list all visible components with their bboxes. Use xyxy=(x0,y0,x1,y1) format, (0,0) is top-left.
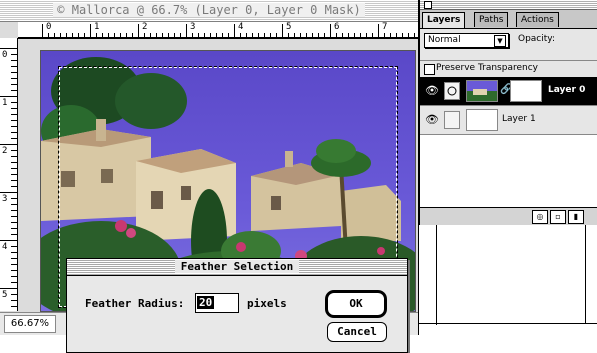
cancel-button[interactable]: Cancel xyxy=(327,322,387,342)
window-edge xyxy=(585,225,586,323)
tab-actions[interactable]: Actions xyxy=(516,12,559,27)
dialog-titlebar[interactable]: Feather Selection xyxy=(67,259,407,276)
layer-mask-thumbnail[interactable] xyxy=(510,80,542,102)
new-layer-mask-icon[interactable]: ◎ xyxy=(532,210,548,224)
ruler-v-label: 5 xyxy=(2,290,8,300)
layer-name: Layer 1 xyxy=(502,114,536,124)
horizontal-ruler[interactable]: 0 1 2 3 4 5 6 7 xyxy=(18,22,418,39)
ruler-h-label: 4 xyxy=(238,22,244,32)
tab-layers[interactable]: Layers xyxy=(422,12,466,28)
close-box-icon[interactable] xyxy=(424,1,432,9)
zoom-readout[interactable]: 66.67% xyxy=(4,315,56,333)
blend-mode-select[interactable]: Normal ▼ xyxy=(424,33,509,48)
dialog-title: Feather Selection xyxy=(174,260,300,273)
layers-palette: Layers Paths Actions Normal ▼ Opacity: P… xyxy=(419,0,597,225)
ruler-v-label: 4 xyxy=(2,242,8,252)
blend-mode-value: Normal xyxy=(428,35,461,45)
feather-radius-input[interactable]: 20 xyxy=(195,293,239,313)
vertical-ruler[interactable]: 0 1 2 3 4 5 xyxy=(0,38,18,311)
ruler-h-label: 7 xyxy=(382,22,388,32)
ruler-v-label: 3 xyxy=(2,194,8,204)
ruler-h-label: 3 xyxy=(190,22,196,32)
document-title: © Mallorca @ 66.7% (Layer 0, Layer 0 Mas… xyxy=(53,3,365,17)
ruler-h-label: 6 xyxy=(334,22,340,32)
palette-titlebar[interactable] xyxy=(420,0,597,10)
feather-selection-dialog: Feather Selection Feather Radius: 20 pix… xyxy=(66,258,408,353)
layers-empty-area xyxy=(420,135,597,207)
palette-tabs: Layers Paths Actions xyxy=(420,10,597,29)
document-titlebar[interactable]: © Mallorca @ 66.7% (Layer 0, Layer 0 Mas… xyxy=(0,0,418,22)
preserve-transparency-row: Preserve Transparency xyxy=(420,60,597,78)
feather-radius-value: 20 xyxy=(197,296,215,309)
dropdown-arrow-icon: ▼ xyxy=(494,35,506,47)
opacity-label: Opacity: xyxy=(518,34,555,44)
trash-icon[interactable]: ▮ xyxy=(568,210,584,224)
blend-row: Normal ▼ Opacity: xyxy=(420,30,597,50)
ruler-h-label: 1 xyxy=(94,22,100,32)
layer-row-layer-1[interactable]: 👁 Layer 1 xyxy=(420,106,597,135)
preserve-transparency-checkbox[interactable] xyxy=(424,64,435,75)
layer-thumbnail xyxy=(466,80,498,102)
eye-icon[interactable]: 👁 xyxy=(425,114,439,125)
new-layer-icon[interactable]: ▫ xyxy=(550,210,566,224)
ruler-h-label: 0 xyxy=(46,22,52,32)
palette-bottom-bar: ◎ ▫ ▮ xyxy=(420,207,597,225)
ruler-v-label: 2 xyxy=(2,146,8,156)
eye-icon[interactable]: 👁 xyxy=(425,85,439,96)
layer-name: Layer 0 xyxy=(548,85,586,95)
window-edge xyxy=(436,225,437,325)
layer-row-layer-0[interactable]: 👁 🔗 Layer 0 xyxy=(420,77,597,106)
tab-paths[interactable]: Paths xyxy=(474,12,509,27)
layer-thumbnail xyxy=(466,109,498,131)
ruler-h-label: 2 xyxy=(142,22,148,32)
brush-icon[interactable] xyxy=(444,82,460,100)
brush-icon[interactable] xyxy=(444,111,460,129)
preserve-transparency-label: Preserve Transparency xyxy=(436,63,538,73)
units-label: pixels xyxy=(247,297,287,310)
ruler-h-label: 5 xyxy=(286,22,292,32)
ok-button[interactable]: OK xyxy=(325,290,387,318)
window-edge xyxy=(418,323,597,324)
feather-radius-label: Feather Radius: xyxy=(85,297,185,310)
ruler-v-label: 1 xyxy=(2,98,8,108)
ruler-v-label: 0 xyxy=(2,50,8,60)
